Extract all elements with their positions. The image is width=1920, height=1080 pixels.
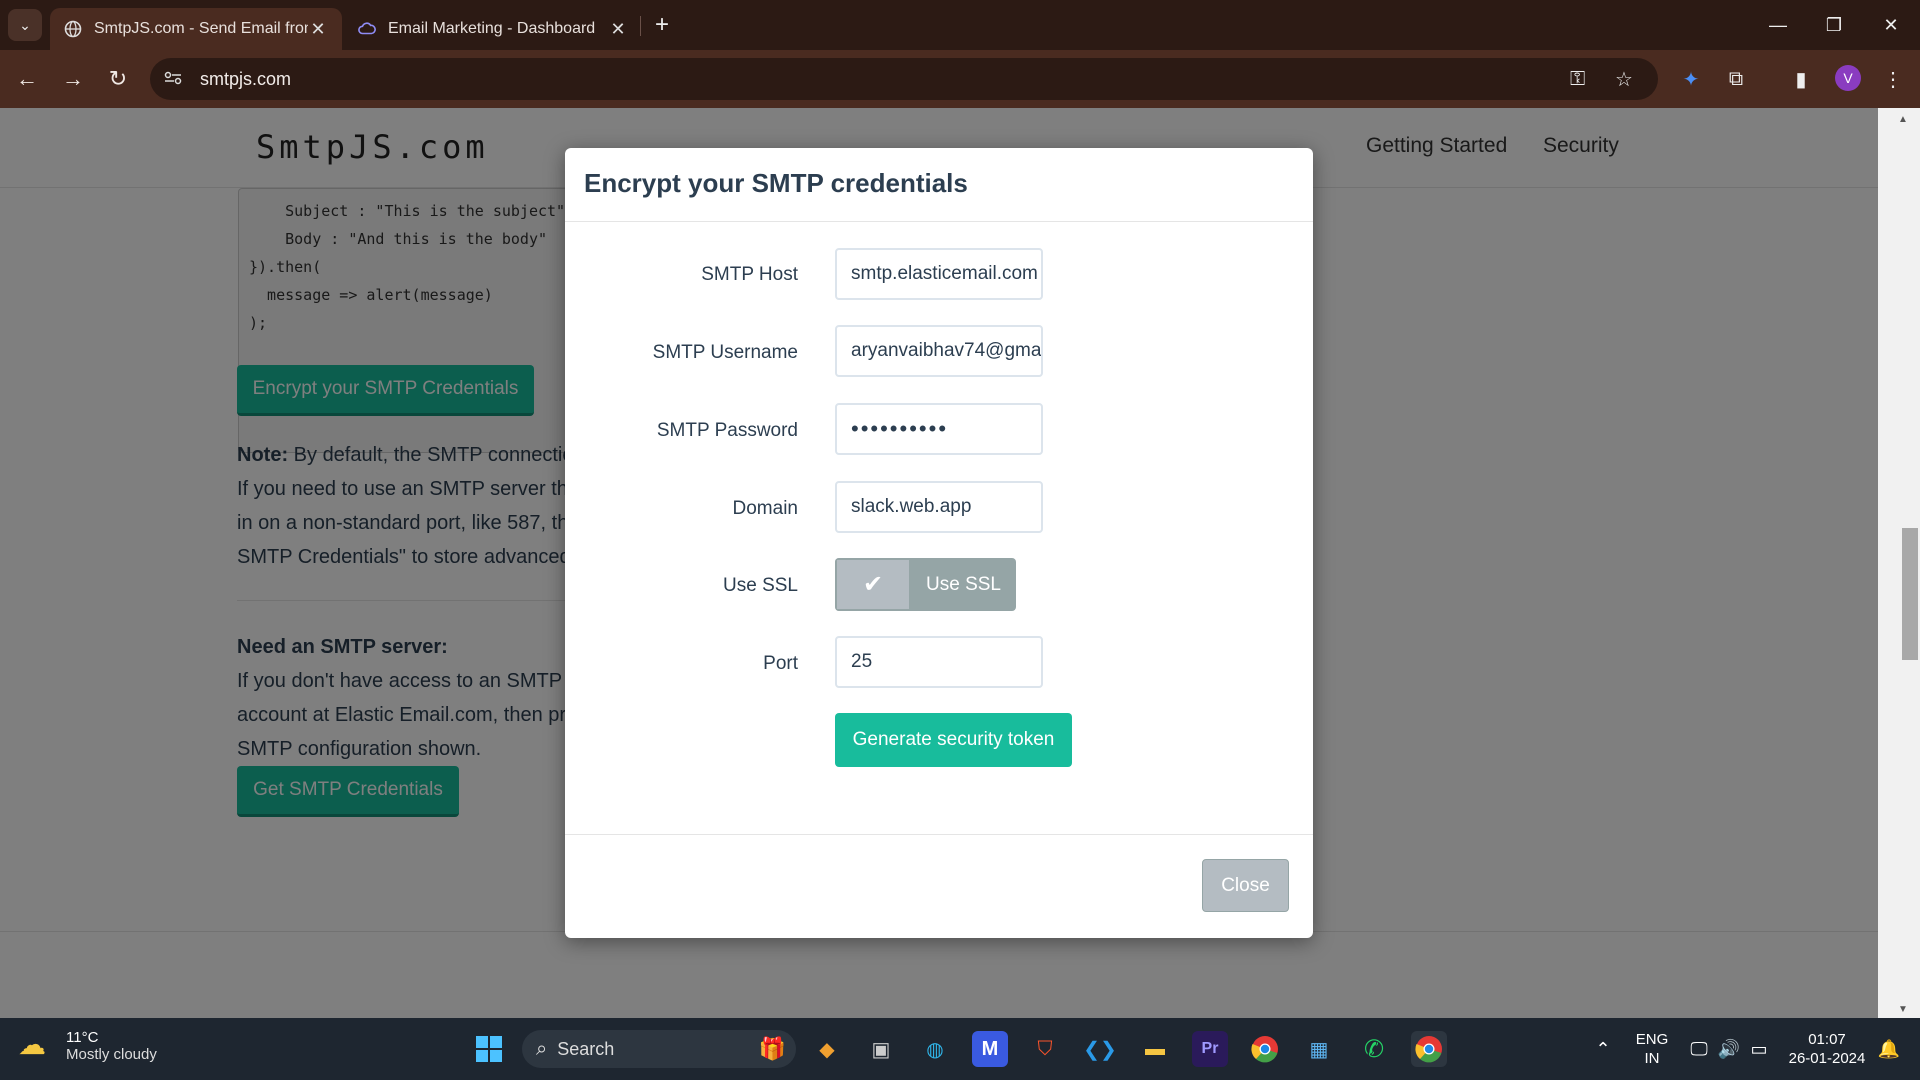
- site-info-icon[interactable]: [164, 71, 188, 88]
- network-icon[interactable]: 🖵: [1684, 1018, 1714, 1080]
- smtp-password-input[interactable]: ••••••••••: [835, 403, 1043, 455]
- brave-icon[interactable]: ⛉: [1027, 1031, 1063, 1067]
- smtp-username-input[interactable]: aryanvaibhav74@gmail.com: [835, 325, 1043, 377]
- key-icon[interactable]: ⚿: [1570, 58, 1585, 100]
- partly-cloudy-icon: ☁: [18, 1029, 46, 1060]
- cloud-icon: [358, 20, 376, 38]
- bookmark-star-icon[interactable]: ☆: [1615, 58, 1633, 100]
- modal-title: Encrypt your SMTP credentials: [584, 168, 968, 198]
- windows-taskbar: ☁ 11°C Mostly cloudy ⌕ Search 🎁 ◆ ▣ ◍ M …: [0, 1018, 1920, 1080]
- minimize-icon[interactable]: —: [1749, 0, 1807, 50]
- browser-toolbar: ← → ↻ smtpjs.com ⚿ ☆ ✦ ⧉ ▮ V ⋮: [0, 50, 1920, 108]
- back-icon[interactable]: ←: [12, 64, 42, 94]
- lang-primary: ENG: [1635, 1031, 1669, 1048]
- generate-token-button[interactable]: Generate security token: [835, 713, 1072, 767]
- tab-smtpjs[interactable]: SmtpJS.com - Send Email from ✕: [50, 8, 342, 50]
- scroll-down-icon[interactable]: ▼: [1898, 1004, 1908, 1015]
- close-modal-button[interactable]: Close: [1202, 859, 1289, 912]
- encrypt-modal: Encrypt your SMTP credentials SMTP Host …: [565, 148, 1313, 938]
- date: 26-01-2024: [1788, 1050, 1866, 1067]
- smtp-username-label: SMTP Username: [652, 342, 798, 363]
- use-ssl-label: Use SSL: [723, 575, 798, 596]
- microsoft-store-icon[interactable]: ▦: [1301, 1031, 1337, 1067]
- menu-kebab-icon[interactable]: ⋮: [1878, 64, 1908, 94]
- search-icon: ⌕: [536, 1037, 548, 1060]
- smtp-host-label: SMTP Host: [701, 264, 798, 285]
- domain-input[interactable]: slack.web.app: [835, 481, 1043, 533]
- windows-start-icon[interactable]: [471, 1031, 507, 1067]
- address-bar[interactable]: smtpjs.com ⚿ ☆: [150, 58, 1658, 100]
- chrome-profile-icon[interactable]: [1411, 1031, 1447, 1067]
- vscode-icon[interactable]: ❮❯: [1082, 1031, 1118, 1067]
- use-ssl-toggle[interactable]: ✔ Use SSL: [835, 558, 1016, 611]
- weather-widget[interactable]: ☁ 11°C Mostly cloudy: [18, 1028, 157, 1064]
- search-highlight-icon: 🎁: [758, 1036, 786, 1061]
- port-input[interactable]: 25: [835, 636, 1043, 688]
- copilot-icon[interactable]: ◆: [809, 1031, 845, 1067]
- close-tab-icon[interactable]: ✕: [308, 19, 328, 40]
- tray-chevron-icon[interactable]: ⌃: [1588, 1018, 1618, 1080]
- modal-footer-divider: [565, 834, 1313, 835]
- battery-icon[interactable]: ▭: [1744, 1018, 1774, 1080]
- language-indicator[interactable]: ENG IN: [1630, 1018, 1674, 1080]
- studio-app-icon[interactable]: M: [972, 1031, 1008, 1067]
- port-label: Port: [763, 653, 798, 674]
- whatsapp-icon[interactable]: ✆: [1356, 1031, 1392, 1067]
- temperature: 11°C: [66, 1029, 99, 1046]
- premiere-pro-icon[interactable]: Pr: [1192, 1031, 1228, 1067]
- restore-icon[interactable]: ❐: [1805, 0, 1863, 50]
- tab-title: SmtpJS.com - Send Email from: [94, 20, 308, 37]
- edge-icon[interactable]: ◍: [917, 1031, 953, 1067]
- modal-header: Encrypt your SMTP credentials: [565, 148, 1313, 222]
- extensions-icon[interactable]: ⧉: [1721, 64, 1751, 94]
- file-explorer-icon[interactable]: ▬: [1137, 1031, 1173, 1067]
- scroll-up-icon[interactable]: ▲: [1898, 114, 1908, 125]
- smtp-password-label: SMTP Password: [656, 420, 798, 441]
- close-window-icon[interactable]: ✕: [1862, 0, 1920, 50]
- extension-puzzle-icon[interactable]: ✦: [1676, 64, 1706, 94]
- task-view-icon[interactable]: ▣: [863, 1031, 899, 1067]
- close-tab-icon[interactable]: ✕: [608, 19, 628, 40]
- tab-email-marketing[interactable]: Email Marketing - Dashboard ✕: [344, 8, 642, 50]
- search-label: Search: [557, 1038, 615, 1059]
- reload-icon[interactable]: ↻: [103, 64, 133, 94]
- tab-separator: [640, 16, 641, 36]
- taskbar-search[interactable]: ⌕ Search 🎁: [522, 1030, 796, 1068]
- profile-avatar[interactable]: V: [1835, 65, 1861, 91]
- volume-icon[interactable]: 🔊: [1714, 1018, 1744, 1080]
- use-ssl-toggle-label[interactable]: Use SSL: [911, 558, 1016, 611]
- clock[interactable]: 01:07 26-01-2024: [1782, 1018, 1872, 1080]
- new-tab-icon[interactable]: +: [650, 10, 674, 40]
- checkmark-icon[interactable]: ✔: [835, 558, 911, 611]
- domain-label: Domain: [732, 498, 798, 519]
- scrollbar-thumb[interactable]: [1902, 528, 1918, 660]
- tab-title: Email Marketing - Dashboard: [388, 20, 596, 37]
- weather-status: Mostly cloudy: [66, 1046, 157, 1063]
- url-text: smtpjs.com: [200, 68, 292, 89]
- notification-bell-icon[interactable]: 🔔: [1874, 1018, 1904, 1080]
- globe-icon: [64, 20, 82, 38]
- side-panel-icon[interactable]: ▮: [1786, 64, 1816, 94]
- chrome-icon[interactable]: [1247, 1031, 1283, 1067]
- lang-secondary: IN: [1644, 1050, 1660, 1067]
- tab-search-button[interactable]: ⌄: [8, 9, 42, 41]
- time: 01:07: [1808, 1031, 1846, 1048]
- smtp-host-input[interactable]: smtp.elasticemail.com: [835, 248, 1043, 300]
- browser-tab-bar: ⌄ SmtpJS.com - Send Email from ✕ Email M…: [0, 0, 1920, 50]
- forward-icon[interactable]: →: [58, 64, 88, 94]
